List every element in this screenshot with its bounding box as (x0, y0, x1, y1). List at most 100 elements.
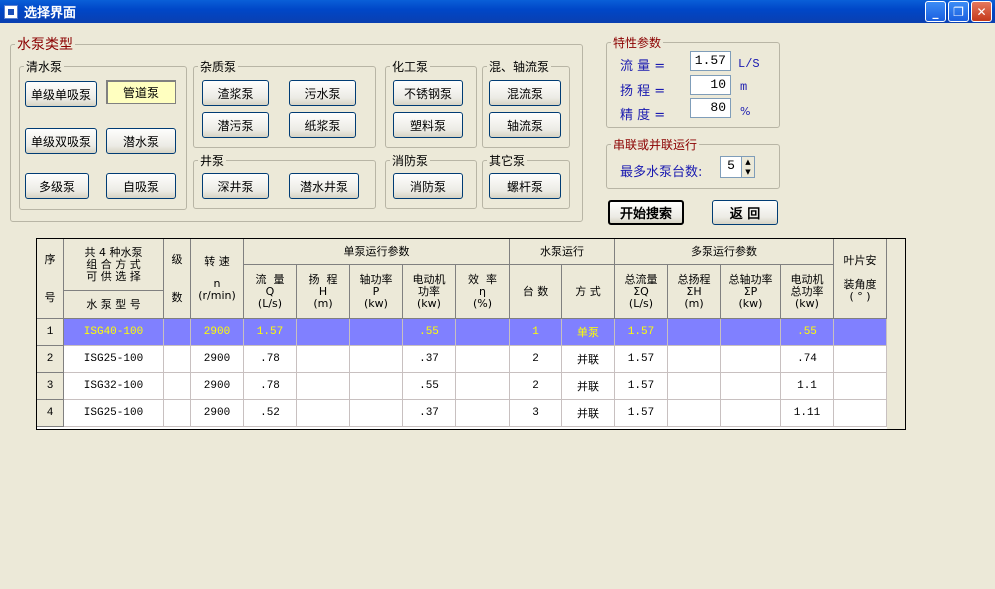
back-button[interactable]: 返 回 (712, 200, 778, 225)
header-count: 台 数 (510, 265, 562, 319)
max-pumps-input[interactable]: 5 (720, 156, 742, 178)
cell-tshaft[interactable] (721, 400, 781, 427)
cell-eff[interactable] (456, 319, 510, 346)
cell-speed[interactable]: 2900 (191, 373, 244, 400)
cell-count[interactable]: 2 (510, 346, 562, 373)
cell-mode[interactable]: 并联 (562, 400, 615, 427)
cell-count[interactable]: 3 (510, 400, 562, 427)
cell-blade[interactable] (834, 373, 887, 400)
cell-flow[interactable]: .78 (244, 373, 297, 400)
head-input[interactable]: 10 (690, 75, 731, 95)
cell-thead[interactable] (668, 319, 721, 346)
header-combo: 共 4 种水泵 组 合 方 式 可 供 选 择 (64, 239, 164, 291)
cell-count[interactable]: 1 (510, 319, 562, 346)
flow-input[interactable]: 1.57 (690, 51, 731, 71)
cell-motor[interactable]: .37 (403, 400, 456, 427)
btn-submersible-well-pump[interactable]: 潜水井泵 (289, 173, 359, 199)
cell-flow[interactable]: .78 (244, 346, 297, 373)
btn-slurry-pump[interactable]: 渣浆泵 (202, 80, 269, 106)
cell-head[interactable] (297, 400, 350, 427)
btn-screw-pump[interactable]: 螺杆泵 (489, 173, 561, 199)
app-icon (4, 4, 18, 19)
cell-model[interactable]: ISG32-100 (64, 373, 164, 400)
btn-plastic-pump[interactable]: 塑料泵 (393, 112, 463, 138)
cell-shaft[interactable] (350, 400, 403, 427)
cell-tmotor[interactable]: .74 (781, 346, 834, 373)
cell-thead[interactable] (668, 346, 721, 373)
cell-motor[interactable]: .55 (403, 319, 456, 346)
header-motor-power: 电动机 功率 (kw) (403, 265, 456, 319)
start-search-button[interactable]: 开始搜索 (608, 200, 684, 225)
cell-eff[interactable] (456, 373, 510, 400)
cell-n[interactable]: 4 (37, 400, 64, 427)
btn-pipeline-pump[interactable]: 管道泵 (106, 80, 176, 104)
cell-stage[interactable] (164, 400, 191, 427)
cell-count[interactable]: 2 (510, 373, 562, 400)
cell-thead[interactable] (668, 400, 721, 427)
cell-stage[interactable] (164, 346, 191, 373)
cell-thead[interactable] (668, 373, 721, 400)
cell-shaft[interactable] (350, 373, 403, 400)
btn-self-priming-pump[interactable]: 自吸泵 (106, 173, 176, 199)
cell-flow[interactable]: 1.57 (244, 319, 297, 346)
cell-model[interactable]: ISG25-100 (64, 346, 164, 373)
max-pumps-spinner[interactable]: ▲ ▼ (741, 156, 755, 178)
cell-speed[interactable]: 2900 (191, 400, 244, 427)
btn-stainless-steel-pump[interactable]: 不锈钢泵 (393, 80, 463, 106)
btn-single-stage-single-suction[interactable]: 单级单吸泵 (25, 81, 97, 107)
cell-head[interactable] (297, 319, 350, 346)
cell-tflow[interactable]: 1.57 (615, 319, 668, 346)
cell-mode[interactable]: 并联 (562, 346, 615, 373)
cell-head[interactable] (297, 373, 350, 400)
cell-tmotor[interactable]: 1.1 (781, 373, 834, 400)
spin-down-icon[interactable]: ▼ (742, 167, 754, 177)
cell-speed[interactable]: 2900 (191, 319, 244, 346)
cell-shaft[interactable] (350, 346, 403, 373)
restore-button[interactable]: ❐ (948, 1, 969, 22)
cell-tshaft[interactable] (721, 346, 781, 373)
cell-blade[interactable] (834, 319, 887, 346)
cell-motor[interactable]: .37 (403, 346, 456, 373)
btn-axial-flow-pump[interactable]: 轴流泵 (489, 112, 561, 138)
spin-up-icon[interactable]: ▲ (742, 157, 754, 167)
btn-submersible-pump[interactable]: 潜水泵 (106, 128, 176, 154)
btn-multistage-pump[interactable]: 多级泵 (25, 173, 89, 199)
cell-tshaft[interactable] (721, 373, 781, 400)
cell-blade[interactable] (834, 400, 887, 427)
cell-blade[interactable] (834, 346, 887, 373)
cell-mode[interactable]: 单泵 (562, 319, 615, 346)
cell-tflow[interactable]: 1.57 (615, 373, 668, 400)
cell-motor[interactable]: .55 (403, 373, 456, 400)
cell-tmotor[interactable]: 1.11 (781, 400, 834, 427)
cell-speed[interactable]: 2900 (191, 346, 244, 373)
minimize-button[interactable]: _ (925, 1, 946, 22)
btn-paper-pulp-pump[interactable]: 纸浆泵 (289, 112, 356, 138)
precision-input[interactable]: 80 (690, 98, 731, 118)
btn-deep-well-pump[interactable]: 深井泵 (202, 173, 269, 199)
cell-flow[interactable]: .52 (244, 400, 297, 427)
cell-n[interactable]: 3 (37, 373, 64, 400)
cell-eff[interactable] (456, 400, 510, 427)
header-mode: 方 式 (562, 265, 615, 319)
btn-mixed-flow-pump[interactable]: 混流泵 (489, 80, 561, 106)
btn-sewage-pump[interactable]: 污水泵 (289, 80, 356, 106)
btn-fire-pump[interactable]: 消防泵 (393, 173, 463, 199)
btn-submersible-sewage-pump[interactable]: 潜污泵 (202, 112, 269, 138)
cell-tmotor[interactable]: .55 (781, 319, 834, 346)
cell-eff[interactable] (456, 346, 510, 373)
btn-single-stage-double-suction[interactable]: 单级双吸泵 (25, 128, 97, 154)
cell-n[interactable]: 2 (37, 346, 64, 373)
cell-head[interactable] (297, 346, 350, 373)
cell-mode[interactable]: 并联 (562, 373, 615, 400)
cell-n[interactable]: 1 (37, 319, 64, 346)
cell-shaft[interactable] (350, 319, 403, 346)
cell-model[interactable]: ISG25-100 (64, 400, 164, 427)
cell-tshaft[interactable] (721, 319, 781, 346)
cell-tflow[interactable]: 1.57 (615, 400, 668, 427)
results-grid[interactable]: 序 号 共 4 种水泵 组 合 方 式 可 供 选 择 水 泵 型 号 级 数 … (36, 238, 906, 430)
cell-model[interactable]: ISG40-100 (64, 319, 164, 346)
cell-stage[interactable] (164, 319, 191, 346)
cell-tflow[interactable]: 1.57 (615, 346, 668, 373)
close-button[interactable]: ✕ (971, 1, 992, 22)
cell-stage[interactable] (164, 373, 191, 400)
